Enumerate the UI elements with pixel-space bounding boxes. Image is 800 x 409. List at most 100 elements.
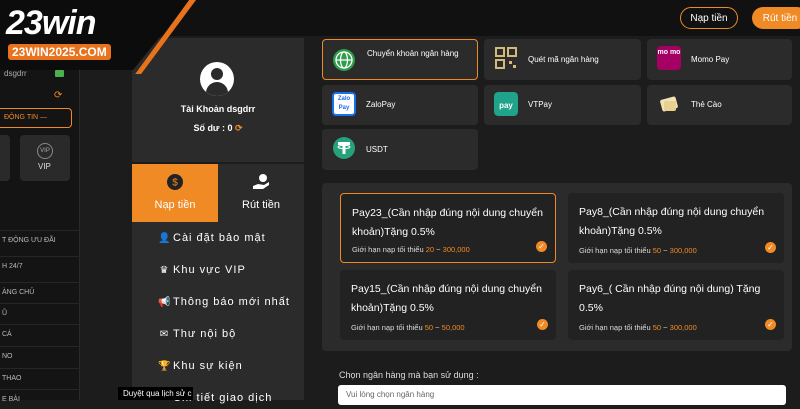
tether-icon [333, 137, 355, 159]
channel-title: Pay8_(Cần nhập đúng nội dung chuyển khoả… [579, 206, 765, 237]
channel-card[interactable]: Pay8_(Cần nhập đúng nội dung chuyển khoả… [568, 193, 784, 263]
header-withdraw-button[interactable]: Rút tiền [752, 7, 800, 29]
account-name: Tài Khoản dsgdrr [180, 104, 256, 114]
menu-inbox[interactable]: Thư nội bộ [173, 328, 236, 340]
payment-label: USDT [366, 145, 388, 154]
zalopay-icon: Zalo Pay [332, 92, 356, 116]
payment-usdt[interactable]: USDT [322, 129, 478, 170]
balance-value: 0 [227, 123, 233, 133]
refresh-icon[interactable]: ⟳ [54, 90, 62, 101]
menu-events[interactable]: Khu sự kiện [173, 360, 243, 372]
message-icon[interactable] [55, 70, 64, 77]
sidebar-item[interactable]: ÀNG CHỦ [0, 282, 80, 302]
tab-withdraw[interactable]: Rút tiền [218, 164, 304, 222]
channel-limit: Giới hạn nạp tối thiểu 20 ~ 300,000 [352, 245, 470, 254]
payment-label: ZaloPay [366, 100, 396, 109]
sidebar-select[interactable]: ĐỘNG TIN — [0, 108, 72, 128]
limit-label: Giới hạn nạp tối thiểu [579, 323, 651, 332]
payment-qr[interactable]: Quét mã ngân hàng [484, 39, 641, 80]
balance-label: Số dư : [193, 123, 225, 133]
account-menu [132, 222, 304, 400]
sidebar-item[interactable]: H 24/7 [0, 256, 80, 276]
check-icon: ✓ [765, 319, 776, 330]
payment-label: Momo Pay [691, 55, 730, 64]
channel-card[interactable]: Pay6_( Cần nhập đúng nội dung) Tặng 0.5%… [568, 270, 784, 340]
megaphone-icon: 📢 [158, 297, 171, 308]
qr-icon [495, 47, 517, 69]
channel-limit: Giới hạn nạp tối thiểu 50 ~ 300,000 [579, 323, 697, 332]
check-icon: ✓ [536, 241, 547, 252]
limit-max: 50,000 [441, 323, 465, 332]
limit-max: 300,000 [442, 245, 470, 254]
check-icon: ✓ [537, 319, 548, 330]
logo[interactable]: 23win [6, 4, 96, 43]
money-bag-icon: $ [167, 174, 183, 190]
sidebar-item[interactable]: Ũ [0, 303, 80, 323]
tab-withdraw-label: Rút tiền [242, 199, 280, 211]
limit-separator: ~ [435, 323, 440, 332]
sidebar-item[interactable]: T ĐỘNG ƯU ĐÃI [0, 230, 80, 250]
card-icon [660, 96, 678, 112]
limit-max: 300,000 [669, 323, 697, 332]
channel-card[interactable]: Pay23_(Cần nhập đúng nội dung chuyển kho… [340, 193, 556, 263]
limit-label: Giới hạn nạp tối thiểu [351, 323, 423, 332]
channel-limit: Giới hạn nạp tối thiểu 50 ~ 300,000 [579, 246, 697, 255]
user-lock-icon: 👤 [158, 233, 171, 244]
hand-money-icon [253, 174, 269, 189]
sidebar-username: dsgdrr [4, 69, 27, 78]
account-balance: Số dư : 0 ⟳ [132, 123, 304, 134]
globe-icon [333, 49, 355, 71]
svg-text:pay: pay [499, 101, 513, 110]
channel-title: Pay15_(Cần nhập đúng nội dung chuyển kho… [351, 283, 542, 314]
channel-title: Pay23_(Cần nhập đúng nội dung chuyển kho… [352, 207, 543, 238]
limit-min: 20 [425, 245, 435, 254]
limit-separator: ~ [436, 245, 441, 254]
payment-vtpay[interactable]: pay VTPay [484, 85, 641, 125]
payment-zalopay[interactable]: Zalo Pay ZaloPay [322, 85, 478, 125]
limit-min: 50 [652, 246, 662, 255]
payment-label: Thẻ Cào [691, 100, 722, 109]
svg-text:$: $ [172, 178, 178, 189]
trophy-icon: 🏆 [158, 361, 171, 372]
limit-max: 300,000 [669, 246, 697, 255]
limit-min: 50 [652, 323, 662, 332]
sidebar-item[interactable]: E BÀI [0, 389, 80, 409]
bank-select[interactable]: Vui lòng chọn ngân hàng [338, 385, 786, 405]
sidebar-item[interactable]: THAO [0, 368, 80, 388]
payment-label: VTPay [528, 100, 553, 109]
menu-security[interactable]: Cài đặt bảo mật [173, 232, 266, 244]
logo-domain: 23WIN2025.COM [8, 44, 111, 60]
crown-icon: ♛ [159, 265, 169, 276]
sidebar-item[interactable]: NO [0, 346, 80, 366]
payment-label: Quét mã ngân hàng [528, 55, 599, 64]
menu-vip[interactable]: Khu vực VIP [173, 264, 246, 276]
sidebar-item[interactable]: CÁ [0, 324, 80, 344]
limit-separator: ~ [663, 246, 668, 255]
balance-refresh-icon[interactable]: ⟳ [235, 123, 243, 133]
bank-select-label: Chọn ngân hàng mà bạn sử dụng : [339, 370, 479, 380]
limit-label: Giới hạn nạp tối thiểu [352, 245, 424, 254]
payment-bank-transfer[interactable]: Chuyển khoản ngân hàng [322, 39, 478, 80]
payment-momo[interactable]: mo mo Momo Pay [647, 39, 792, 80]
menu-notifications[interactable]: Thông báo mới nhất [173, 296, 290, 308]
header-deposit-button[interactable]: Nạp tiền [680, 7, 738, 29]
vip-icon: VIP [37, 143, 53, 159]
check-icon: ✓ [765, 242, 776, 253]
channel-card[interactable]: Pay15_(Cần nhập đúng nội dung chuyển kho… [340, 270, 556, 340]
limit-min: 50 [424, 323, 434, 332]
sidebar-tile[interactable] [0, 135, 10, 181]
mail-icon: ✉ [159, 329, 169, 340]
user-avatar-icon [200, 62, 234, 96]
tab-deposit-label: Nạp tiền [154, 199, 196, 211]
tab-deposit[interactable]: $ Nạp tiền [132, 164, 218, 222]
channel-limit: Giới hạn nạp tối thiểu 50 ~ 50,000 [351, 323, 465, 332]
account-panel [132, 38, 304, 162]
channel-title: Pay6_( Cần nhập đúng nội dung) Tặng 0.5% [579, 283, 761, 314]
tooltip: Duyệt qua lịch sử c [118, 387, 193, 400]
vtpay-icon: pay [494, 92, 518, 116]
momo-icon: mo mo [657, 46, 681, 70]
payment-card[interactable]: Thẻ Cào [647, 85, 792, 125]
limit-separator: ~ [663, 323, 668, 332]
sidebar-vip-label: VIP [38, 162, 51, 171]
limit-label: Giới hạn nạp tối thiểu [579, 246, 651, 255]
